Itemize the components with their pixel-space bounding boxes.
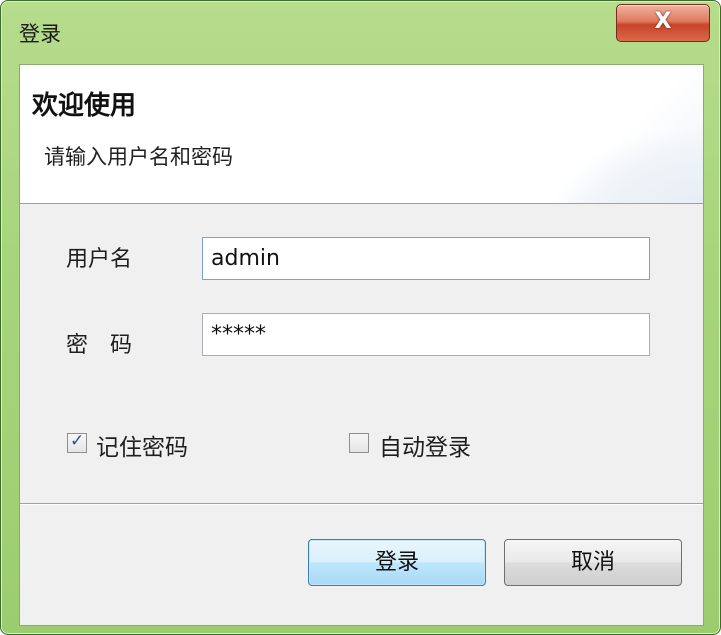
- login-button[interactable]: 登录: [308, 539, 486, 586]
- username-label: 用户名: [66, 247, 133, 272]
- dialog-client-area: 欢迎使用 请输入用户名和密码 用户名 密 码 ✓ 记住密码 自动登录 登录 取消: [19, 64, 704, 626]
- title-bar[interactable]: 登录 X: [1, 1, 720, 61]
- button-area-separator: [20, 503, 703, 505]
- remember-password-checkbox[interactable]: ✓: [67, 431, 87, 453]
- welcome-header: 欢迎使用 请输入用户名和密码: [20, 65, 703, 204]
- password-label: 密 码: [66, 333, 133, 358]
- login-window: 登录 X 欢迎使用 请输入用户名和密码 用户名 密 码 ✓ 记住密码 自动登录 …: [0, 0, 721, 635]
- close-icon: X: [654, 9, 672, 34]
- auto-login-checkbox[interactable]: [349, 433, 369, 453]
- header-subtitle: 请输入用户名和密码: [44, 145, 233, 169]
- window-title: 登录: [19, 22, 61, 46]
- remember-password-label[interactable]: 记住密码: [96, 428, 188, 462]
- header-title: 欢迎使用: [32, 91, 137, 121]
- cancel-button[interactable]: 取消: [504, 539, 682, 586]
- password-input[interactable]: [202, 313, 650, 356]
- username-input[interactable]: [202, 237, 650, 280]
- close-button[interactable]: X: [616, 4, 710, 42]
- header-decoration: [463, 65, 703, 203]
- auto-login-label[interactable]: 自动登录: [379, 428, 471, 462]
- checkmark-icon: ✓: [70, 431, 85, 451]
